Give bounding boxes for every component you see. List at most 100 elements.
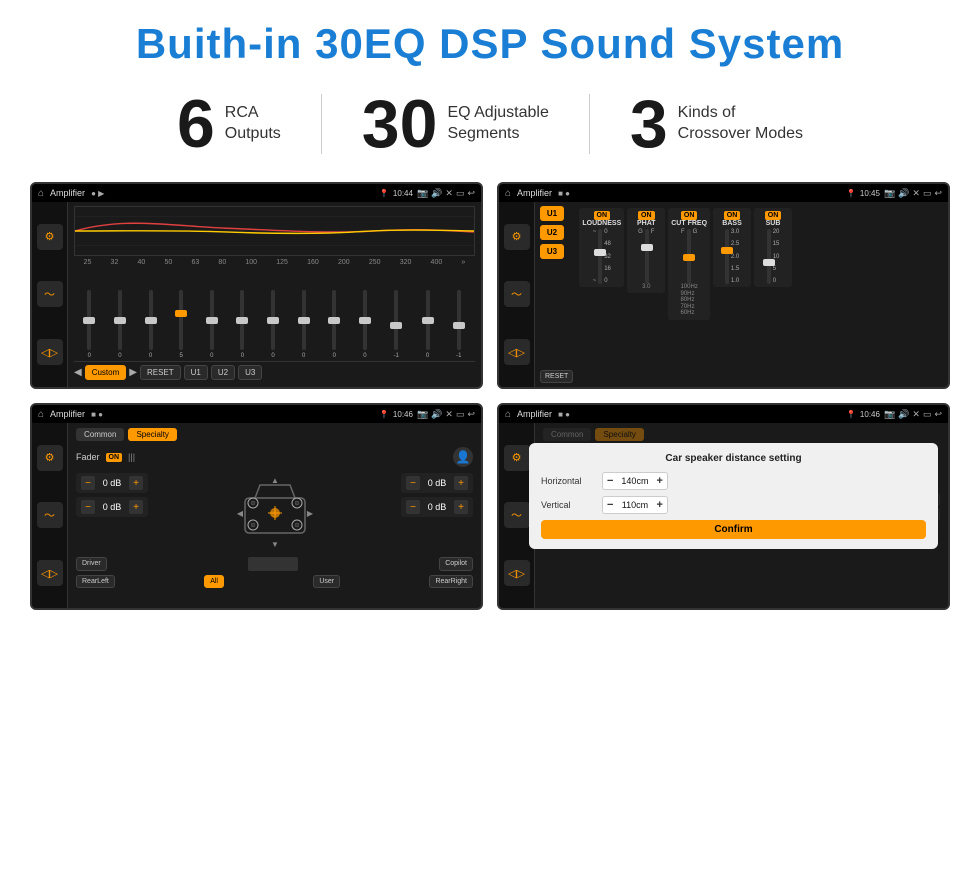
fader-copilot-btn[interactable]: Copilot [439, 557, 473, 571]
eq-close-icon[interactable]: ✕ [445, 188, 453, 199]
dist-sidebar-btn-1[interactable]: ⚙ [504, 445, 530, 471]
distance-screen-card: ⌂ Amplifier ■ ● 📍 10:46 📷 🔊 ✕ ▭ ↩ [497, 403, 950, 610]
xo-sidebar-btn-2[interactable]: 〜 [504, 281, 530, 307]
xo-cutfreq-on[interactable]: ON [681, 211, 698, 220]
dist-back-icon[interactable]: ↩ [934, 409, 942, 420]
eq-back-icon[interactable]: ↩ [467, 188, 475, 199]
fader-on-badge[interactable]: ON [106, 453, 123, 462]
xo-preset-u2[interactable]: U2 [540, 225, 564, 240]
fader-driver-btn[interactable]: Driver [76, 557, 107, 571]
fader-tab-common[interactable]: Common [76, 428, 124, 441]
fader-db-plus-2[interactable]: + [129, 500, 143, 514]
modal-vertical-plus[interactable]: + [656, 499, 662, 511]
fader-sidebar-btn-1[interactable]: ⚙ [37, 445, 63, 471]
stat-desc-crossover-2: Crossover Modes [678, 124, 803, 145]
xo-preset-u3[interactable]: U3 [540, 244, 564, 259]
dist-sidebar-btn-2[interactable]: 〜 [504, 502, 530, 528]
eq-window-icon[interactable]: ▭ [456, 188, 465, 199]
xo-phat: ON PHAT G [627, 208, 665, 293]
svg-text:◀: ◀ [236, 509, 243, 518]
xo-reset-btn[interactable]: RESET [540, 370, 573, 383]
eq-sliders: 0 0 0 5 [74, 268, 475, 359]
eq-next-arrow[interactable]: ▶ [129, 367, 137, 378]
fader-db-control-3: − 0 dB + [401, 473, 473, 493]
xo-statusbar: ⌂ Amplifier ■ ● 📍 10:45 📷 🔊 ✕ ▭ ↩ [499, 184, 948, 202]
fader-dots: ■ ● [91, 410, 103, 419]
xo-back-icon[interactable]: ↩ [934, 188, 942, 199]
modal-horizontal-minus[interactable]: − [607, 475, 613, 487]
dist-home-icon[interactable]: ⌂ [505, 409, 511, 420]
eq-dots: ● ▶ [91, 189, 104, 198]
fader-back-icon[interactable]: ↩ [467, 409, 475, 420]
fader-close-icon[interactable]: ✕ [445, 409, 453, 420]
xo-sidebar-btn-1[interactable]: ⚙ [504, 224, 530, 250]
eq-home-icon[interactable]: ⌂ [38, 188, 44, 199]
fader-home-icon[interactable]: ⌂ [38, 409, 44, 420]
fader-db-plus-3[interactable]: + [454, 476, 468, 490]
fader-db-minus-4[interactable]: − [406, 500, 420, 514]
eq-u3-btn[interactable]: U3 [238, 365, 262, 380]
modal-vertical-minus[interactable]: − [607, 499, 613, 511]
fader-db-minus-2[interactable]: − [81, 500, 95, 514]
xo-loudness-on[interactable]: ON [594, 211, 611, 220]
fader-time: 10:46 [393, 410, 413, 419]
fader-all-btn[interactable]: All [204, 575, 224, 588]
fader-tab-specialty[interactable]: Specialty [128, 428, 176, 441]
fader-sidebar-btn-2[interactable]: 〜 [37, 502, 63, 528]
dist-close-icon[interactable]: ✕ [912, 409, 920, 420]
fader-sidebar-btn-3[interactable]: ◁▷ [37, 560, 63, 586]
eq-statusbar: ⌂ Amplifier ● ▶ 📍 10:44 📷 🔊 ✕ ▭ ↩ [32, 184, 481, 202]
dist-location-icon: 📍 [846, 410, 856, 419]
fader-bottom-btns: Driver Copilot [76, 557, 473, 571]
xo-phat-on[interactable]: ON [638, 211, 655, 220]
eq-sidebar-btn-1[interactable]: ⚙ [37, 224, 63, 250]
xo-phat-slider[interactable] [645, 229, 649, 284]
xo-preset-u1[interactable]: U1 [540, 206, 564, 221]
dist-window-icon[interactable]: ▭ [923, 409, 932, 420]
fader-db-value-4: 0 dB [423, 502, 451, 512]
xo-status-icons: 📷 🔊 ✕ ▭ ↩ [884, 188, 942, 199]
xo-sidebar-btn-3[interactable]: ◁▷ [504, 339, 530, 365]
eq-u1-btn[interactable]: U1 [184, 365, 208, 380]
xo-home-icon[interactable]: ⌂ [505, 188, 511, 199]
eq-custom-btn[interactable]: Custom [85, 365, 127, 380]
xo-close-icon[interactable]: ✕ [912, 188, 920, 199]
xo-bass-slider[interactable] [725, 229, 729, 284]
fader-screen-card: ⌂ Amplifier ■ ● 📍 10:46 📷 🔊 ✕ ▭ ↩ [30, 403, 483, 610]
xo-bass-on[interactable]: ON [724, 211, 741, 220]
xo-loudness-slider[interactable] [598, 229, 602, 284]
eq-sidebar-btn-3[interactable]: ◁▷ [37, 339, 63, 365]
fader-window-icon[interactable]: ▭ [456, 409, 465, 420]
eq-prev-arrow[interactable]: ◀ [74, 367, 82, 378]
fader-db-minus-1[interactable]: − [81, 476, 95, 490]
eq-sidebar-btn-2[interactable]: 〜 [37, 281, 63, 307]
fader-db-minus-3[interactable]: − [406, 476, 420, 490]
dist-sidebar-btn-3[interactable]: ◁▷ [504, 560, 530, 586]
fader-tabs: Common Specialty [76, 428, 473, 441]
xo-sub: ON SUB 20 15 [754, 208, 792, 287]
modal-horizontal-plus[interactable]: + [656, 475, 662, 487]
confirm-button[interactable]: Confirm [541, 520, 926, 539]
fader-rearright-btn[interactable]: RearRight [429, 575, 473, 588]
eq-slider-10: -1 [394, 290, 399, 359]
eq-reset-btn[interactable]: RESET [140, 365, 181, 380]
xo-sub-slider[interactable] [767, 229, 771, 284]
modal-horizontal-ctrl: − 140cm + [602, 472, 668, 490]
fader-header: Fader ON ||| 👤 [76, 447, 473, 467]
fader-db-plus-4[interactable]: + [454, 500, 468, 514]
eq-location-icon: 📍 [379, 189, 389, 198]
fader-db-plus-1[interactable]: + [129, 476, 143, 490]
eq-screen-body: ⚙ 〜 ◁▷ [32, 202, 481, 387]
fader-rearleft-btn[interactable]: RearLeft [76, 575, 115, 588]
fader-settings-icon[interactable]: 👤 [453, 447, 473, 467]
eq-u2-btn[interactable]: U2 [211, 365, 235, 380]
xo-sub-on[interactable]: ON [765, 211, 782, 220]
fader-user-btn[interactable]: User [313, 575, 340, 588]
eq-status-icons: 📷 🔊 ✕ ▭ ↩ [417, 188, 475, 199]
fader-app-name: Amplifier [50, 409, 85, 419]
xo-time: 10:45 [860, 189, 880, 198]
xo-window-icon[interactable]: ▭ [923, 188, 932, 199]
xo-cutfreq-slider[interactable] [687, 229, 691, 284]
xo-location-icon: 📍 [846, 189, 856, 198]
fader-left-controls: − 0 dB + − 0 dB + [76, 473, 148, 517]
